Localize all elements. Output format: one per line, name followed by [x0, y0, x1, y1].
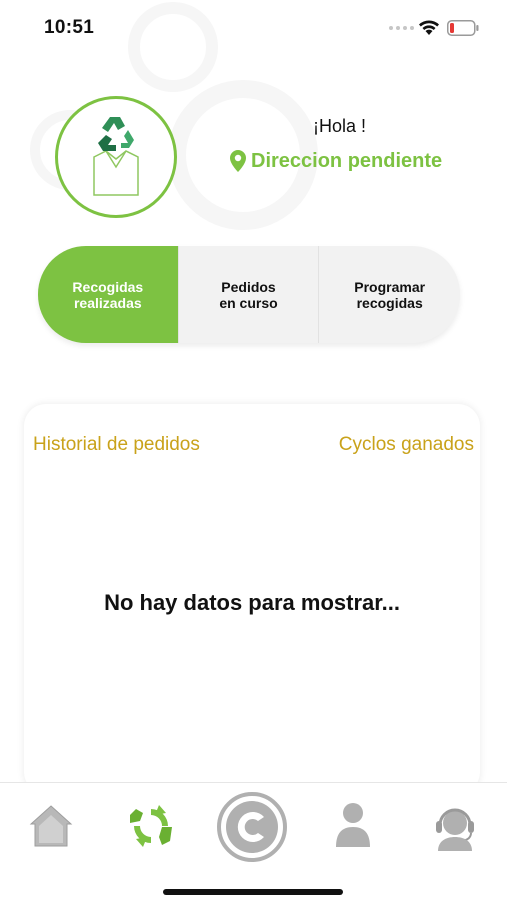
status-bar: 10:51 — [0, 0, 507, 56]
recycle-icon[interactable] — [126, 801, 176, 851]
wifi-icon — [419, 20, 439, 35]
segmented-tabs: Recogidas realizadas Pedidos en curso Pr… — [38, 246, 460, 343]
tab-label: Pedidos en curso — [219, 278, 278, 311]
status-time: 10:51 — [44, 17, 95, 38]
address-link[interactable]: Direccion pendiente — [229, 149, 442, 173]
cyclos-c-icon[interactable] — [216, 791, 288, 863]
address-text: Direccion pendiente — [251, 149, 443, 172]
history-header: Historial de pedidos — [33, 434, 200, 455]
cyclos-header: Cyclos ganados — [338, 434, 474, 455]
recycling-shirt-icon — [93, 117, 139, 196]
location-pin-icon — [230, 150, 246, 172]
history-card: Historial de pedidos Cyclos ganados No h… — [24, 404, 480, 794]
home-indicator[interactable] — [163, 889, 343, 895]
battery-low-icon — [447, 20, 479, 36]
support-headset-icon[interactable] — [432, 801, 478, 851]
bottom-nav-bar — [0, 782, 507, 900]
home-icon[interactable] — [28, 803, 74, 849]
tab-label: Programar recogidas — [354, 278, 426, 311]
greeting-text: ¡Hola ! — [313, 116, 367, 136]
tab-pedidos-en-curso[interactable]: Pedidos en curso — [179, 246, 320, 343]
avatar[interactable] — [55, 96, 177, 218]
profile-icon[interactable] — [334, 801, 372, 849]
tab-programar-recogidas[interactable]: Programar recogidas — [319, 246, 460, 343]
tab-recogidas-realizadas[interactable]: Recogidas realizadas — [38, 246, 179, 343]
empty-state-message: No hay datos para mostrar... — [104, 590, 400, 615]
tab-label: Recogidas realizadas — [72, 278, 144, 311]
signal-dots-icon — [389, 26, 414, 30]
